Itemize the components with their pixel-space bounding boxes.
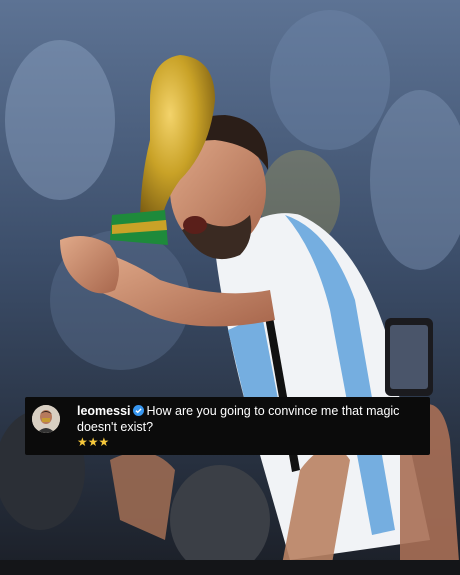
comment-body: leomessi How are you going to convince me… bbox=[77, 403, 422, 435]
avatar[interactable] bbox=[32, 405, 60, 433]
verified-badge-icon bbox=[132, 405, 144, 416]
post-photo bbox=[0, 0, 460, 575]
comment-overlay: leomessi How are you going to convince me… bbox=[25, 397, 430, 455]
comment-username[interactable]: leomessi bbox=[77, 404, 131, 418]
star-rating: ★★★ bbox=[77, 435, 110, 449]
